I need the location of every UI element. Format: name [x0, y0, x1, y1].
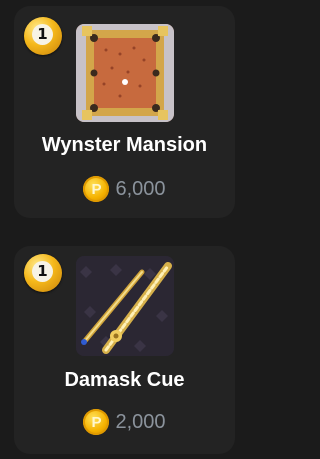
coin-icon: P	[83, 409, 110, 435]
shop-item-card-wynster-mansion[interactable]: 1 Wynster Mansion P 6,000	[14, 6, 235, 218]
coin-icon: P	[83, 176, 110, 202]
item-price: P 6,000	[14, 176, 235, 202]
cue-thumbnail-image	[76, 256, 174, 356]
item-name: Wynster Mansion	[41, 134, 208, 156]
item-price: P 2,000	[14, 409, 235, 435]
table-thumbnail-image	[76, 24, 174, 122]
shop-item-list: 1 Wynster Mansion P 6,000 1 Damask Cue P…	[0, 0, 251, 459]
level-badge-ball-icon: 1	[24, 254, 62, 292]
level-badge-number: 1	[32, 261, 53, 282]
item-name: Damask Cue	[64, 369, 185, 391]
table-icon	[76, 24, 174, 122]
level-badge-number: 1	[32, 24, 53, 45]
shop-item-card-damask-cue[interactable]: 1 Damask Cue P 2,000	[14, 246, 235, 454]
price-amount: 6,000	[115, 177, 166, 200]
level-badge-ball-icon: 1	[24, 17, 62, 55]
price-amount: 2,000	[115, 410, 166, 433]
cue-icon	[76, 256, 174, 356]
